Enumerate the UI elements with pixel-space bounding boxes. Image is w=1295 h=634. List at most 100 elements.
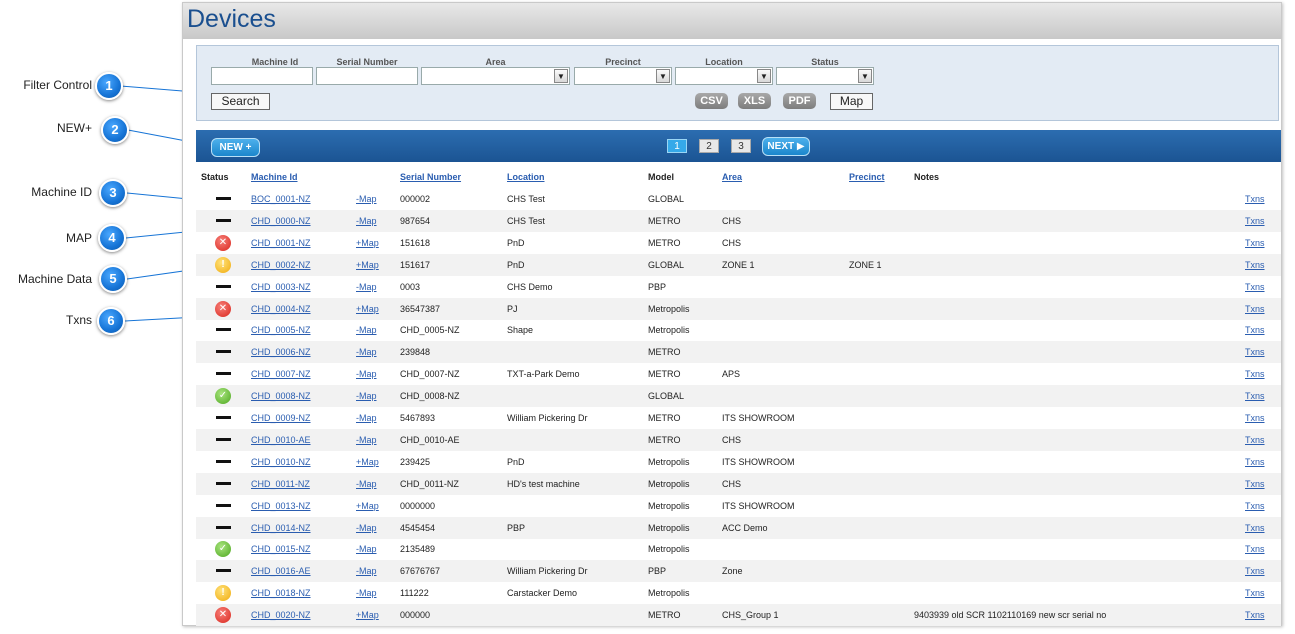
- machine-id-link[interactable]: CHD_0004-NZ: [251, 304, 311, 314]
- map-toggle-link[interactable]: -Map: [356, 523, 377, 533]
- location-cell: CHS Demo: [507, 281, 553, 292]
- map-toggle-link[interactable]: +Map: [356, 304, 379, 314]
- map-toggle-link[interactable]: +Map: [356, 501, 379, 511]
- dash-icon: [216, 197, 231, 200]
- txns-link[interactable]: Txns: [1245, 457, 1265, 467]
- callout-badge: 1: [95, 72, 123, 100]
- map-toggle-link[interactable]: -Map: [356, 282, 377, 292]
- model-cell: METRO: [648, 369, 681, 380]
- map-toggle-link[interactable]: -Map: [356, 544, 377, 554]
- map-toggle-link[interactable]: +Map: [356, 457, 379, 467]
- model-cell: Metropolis: [648, 325, 690, 336]
- page-button-1[interactable]: 1: [667, 139, 687, 153]
- txns-link[interactable]: Txns: [1245, 260, 1265, 270]
- map-toggle-link[interactable]: -Map: [356, 391, 377, 401]
- machine-id-link[interactable]: CHD_0006-NZ: [251, 347, 311, 357]
- precinct-cell: ZONE 1: [849, 259, 882, 270]
- machine-id-input[interactable]: [211, 67, 313, 85]
- machine-id-link[interactable]: BOC_0001-NZ: [251, 194, 311, 204]
- map-toggle-link[interactable]: -Map: [356, 347, 377, 357]
- txns-link[interactable]: Txns: [1245, 347, 1265, 357]
- machine-id-link[interactable]: CHD_0014-NZ: [251, 523, 311, 533]
- machine-id-link[interactable]: CHD_0018-NZ: [251, 588, 311, 598]
- map-toggle-link[interactable]: -Map: [356, 588, 377, 598]
- txns-link[interactable]: Txns: [1245, 610, 1265, 620]
- serial-number-cell: 0000000: [400, 500, 436, 511]
- new-device-button[interactable]: NEW +: [211, 138, 260, 157]
- map-toggle-link[interactable]: +Map: [356, 260, 379, 270]
- map-toggle-link[interactable]: -Map: [356, 566, 377, 576]
- txns-link[interactable]: Txns: [1245, 304, 1265, 314]
- area-cell: CHS: [722, 237, 742, 248]
- machine-id-link[interactable]: CHD_0016-AE: [251, 566, 311, 576]
- filter-label-location: Location: [705, 57, 743, 67]
- machine-id-link[interactable]: CHD_0000-NZ: [251, 216, 311, 226]
- txns-link[interactable]: Txns: [1245, 238, 1265, 248]
- txns-link[interactable]: Txns: [1245, 479, 1265, 489]
- header-precinct[interactable]: Precinct: [849, 172, 885, 182]
- txns-link[interactable]: Txns: [1245, 501, 1265, 511]
- map-toggle-link[interactable]: -Map: [356, 216, 377, 226]
- serial-number-cell: CHD_0010-AE: [400, 434, 460, 445]
- txns-link[interactable]: Txns: [1245, 413, 1265, 423]
- txns-link[interactable]: Txns: [1245, 523, 1265, 533]
- machine-id-link[interactable]: CHD_0002-NZ: [251, 260, 311, 270]
- xls-export-button[interactable]: XLS: [738, 93, 771, 109]
- map-button[interactable]: Map: [830, 93, 873, 110]
- txns-link[interactable]: Txns: [1245, 435, 1265, 445]
- next-page-button[interactable]: NEXT ▶: [762, 137, 810, 156]
- area-select[interactable]: ▼: [421, 67, 570, 85]
- txns-link[interactable]: Txns: [1245, 216, 1265, 226]
- map-toggle-link[interactable]: +Map: [356, 238, 379, 248]
- txns-link[interactable]: Txns: [1245, 391, 1265, 401]
- location-select[interactable]: ▼: [675, 67, 773, 85]
- txns-link[interactable]: Txns: [1245, 588, 1265, 598]
- txns-link[interactable]: Txns: [1245, 282, 1265, 292]
- serial-number-cell: 151617: [400, 259, 431, 270]
- txns-link[interactable]: Txns: [1245, 194, 1265, 204]
- table-row: CHD_0006-NZ -Map 239848 METRO Txns: [196, 341, 1281, 364]
- machine-id-link[interactable]: CHD_0011-NZ: [251, 479, 310, 489]
- machine-id-link[interactable]: CHD_0007-NZ: [251, 369, 311, 379]
- header-serial-number[interactable]: Serial Number: [400, 172, 461, 182]
- table-row: CHD_0010-AE -Map CHD_0010-AE METRO CHS Txns: [196, 428, 1281, 451]
- machine-id-link[interactable]: CHD_0009-NZ: [251, 413, 311, 423]
- machine-id-link[interactable]: CHD_0010-NZ: [251, 457, 311, 467]
- search-button[interactable]: Search: [211, 93, 270, 110]
- map-toggle-link[interactable]: -Map: [356, 435, 377, 445]
- map-toggle-link[interactable]: -Map: [356, 194, 377, 204]
- csv-export-button[interactable]: CSV: [695, 93, 728, 109]
- machine-id-link[interactable]: CHD_0010-AE: [251, 435, 311, 445]
- precinct-select[interactable]: ▼: [574, 67, 672, 85]
- status-select[interactable]: ▼: [776, 67, 874, 85]
- map-toggle-link[interactable]: +Map: [356, 610, 379, 620]
- area-cell: ZONE 1: [722, 259, 755, 270]
- machine-id-link[interactable]: CHD_0020-NZ: [251, 610, 311, 620]
- machine-id-link[interactable]: CHD_0003-NZ: [251, 282, 311, 292]
- header-area[interactable]: Area: [722, 172, 742, 182]
- serial-number-input[interactable]: [316, 67, 418, 85]
- map-toggle-link[interactable]: -Map: [356, 479, 377, 489]
- txns-link[interactable]: Txns: [1245, 544, 1265, 554]
- chevron-down-icon: ▼: [858, 69, 872, 83]
- table-row: ✓ CHD_0015-NZ -Map 2135489 Metropolis Txns: [196, 538, 1281, 560]
- area-cell: CHS: [722, 215, 742, 226]
- map-toggle-link[interactable]: -Map: [356, 325, 377, 335]
- model-cell: Metropolis: [648, 588, 690, 599]
- machine-id-link[interactable]: CHD_0008-NZ: [251, 391, 311, 401]
- filter-label-area: Area: [485, 57, 506, 67]
- txns-link[interactable]: Txns: [1245, 566, 1265, 576]
- page-button-3[interactable]: 3: [731, 139, 751, 153]
- txns-link[interactable]: Txns: [1245, 325, 1265, 335]
- machine-id-link[interactable]: CHD_0005-NZ: [251, 325, 311, 335]
- map-toggle-link[interactable]: -Map: [356, 413, 377, 423]
- pdf-export-button[interactable]: PDF: [783, 93, 816, 109]
- header-location[interactable]: Location: [507, 172, 545, 182]
- machine-id-link[interactable]: CHD_0001-NZ: [251, 238, 311, 248]
- machine-id-link[interactable]: CHD_0013-NZ: [251, 501, 311, 511]
- page-button-2[interactable]: 2: [699, 139, 719, 153]
- txns-link[interactable]: Txns: [1245, 369, 1265, 379]
- machine-id-link[interactable]: CHD_0015-NZ: [251, 544, 311, 554]
- header-machine-id[interactable]: Machine Id: [251, 172, 298, 182]
- map-toggle-link[interactable]: -Map: [356, 369, 377, 379]
